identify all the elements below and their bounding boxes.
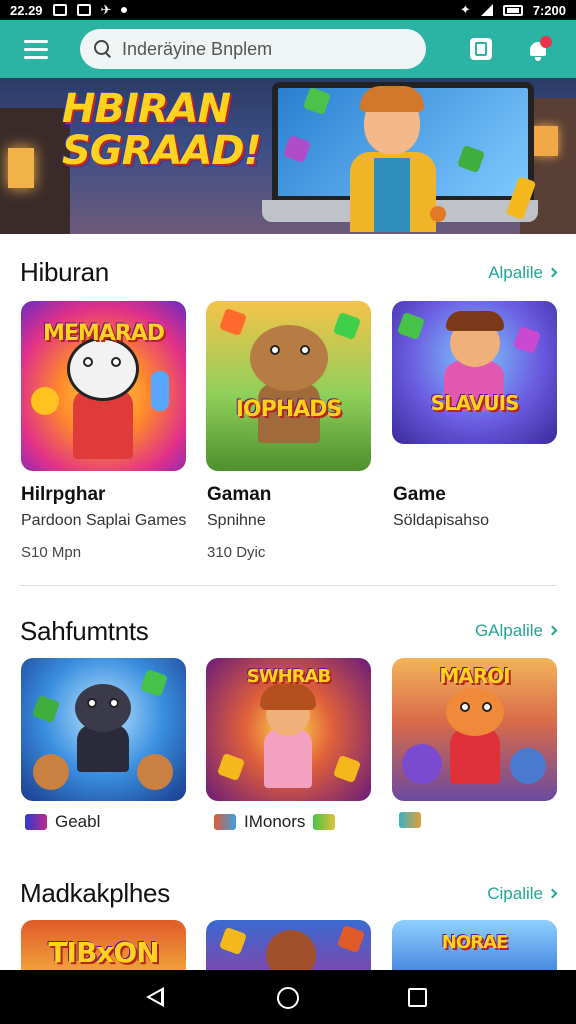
- game-card-subtitle: Spnihne: [207, 512, 266, 529]
- game-card-price: S10 Mpn: [21, 544, 82, 561]
- game-card-image[interactable]: SLAVUIS: [392, 301, 557, 444]
- system-nav-bar: [0, 970, 576, 1024]
- game-card-image[interactable]: IOPHADS: [206, 301, 371, 471]
- battery-icon: [502, 4, 523, 16]
- section-title: Sahfumtnts: [20, 616, 149, 646]
- see-all-label: Alpalile: [488, 263, 543, 282]
- game-card-image[interactable]: TIBxON: [21, 920, 186, 970]
- see-all-label: Cipalile: [487, 884, 543, 903]
- see-all-label: GAlpalile: [474, 621, 543, 640]
- game-art-title: TIBxON: [48, 936, 159, 969]
- game-art-title: IOPHADS: [235, 397, 343, 422]
- hero-building-left: [0, 108, 70, 234]
- wifi-icon: ✦: [459, 2, 471, 17]
- store-icon[interactable]: [470, 38, 492, 60]
- notification-badge: [540, 36, 552, 48]
- game-card-image[interactable]: SWHRAB: [206, 658, 371, 801]
- game-card-name[interactable]: Hilrpghar: [21, 484, 105, 506]
- game-art-title: SWHRAB: [246, 666, 331, 687]
- notification-app-icon: ✈: [100, 2, 112, 17]
- status-bar: 22.29 ✈ ✦ 7:200: [0, 0, 576, 20]
- tag-icon: [313, 814, 336, 830]
- game-art-title: MEMARAD: [42, 321, 165, 346]
- tag-icon: [214, 814, 236, 830]
- game-card-price: 310 Dyic: [207, 544, 266, 561]
- status-time-left: 22.29: [10, 2, 43, 18]
- hero-banner[interactable]: HBIRAN SGRAAD!: [0, 78, 576, 234]
- home-icon[interactable]: [277, 987, 299, 1009]
- back-icon[interactable]: [146, 987, 164, 1007]
- notification-bell-icon[interactable]: [528, 36, 552, 62]
- see-all-link[interactable]: Alpalile: [488, 263, 558, 283]
- chevron-right-icon: [547, 625, 558, 636]
- game-card-image[interactable]: NORAE: [392, 920, 557, 970]
- hero-title: HBIRAN SGRAAD!: [62, 88, 262, 172]
- menu-icon[interactable]: [10, 20, 62, 78]
- see-all-link[interactable]: GAlpalile: [474, 621, 558, 641]
- chevron-right-icon: [547, 888, 558, 899]
- game-card-tag[interactable]: IMonors: [214, 812, 336, 832]
- game-card-name[interactable]: Gaman: [207, 484, 271, 506]
- game-card-subtitle: Pardoon Saplai Games: [21, 512, 187, 529]
- game-card-image[interactable]: MAROI: [392, 658, 557, 801]
- hero-title-line2: SGRAAD!: [62, 128, 262, 174]
- status-time-right: 7:200: [532, 2, 566, 18]
- hero-title-line1: HBIRAN: [62, 86, 231, 132]
- tag-label: IMonors: [244, 812, 306, 831]
- game-art-title: MAROI: [439, 664, 510, 688]
- recents-icon[interactable]: [408, 988, 427, 1007]
- game-card-subtitle: Söldapisahso: [393, 512, 490, 529]
- game-card-image[interactable]: [206, 920, 371, 970]
- section-divider: [20, 585, 556, 586]
- notification-app-icon: [52, 4, 67, 16]
- signal-icon: [480, 4, 493, 16]
- chevron-right-icon: [547, 267, 558, 278]
- tag-icon: [25, 814, 47, 830]
- top-app-bar: [0, 20, 576, 78]
- section-title: Madkakplhes: [20, 878, 170, 908]
- game-card-image[interactable]: MEMARAD: [21, 301, 186, 471]
- tag-icon: [399, 812, 421, 828]
- game-art-title: SLAVUIS: [430, 391, 520, 415]
- game-card-tag[interactable]: Geabl: [25, 812, 100, 832]
- notification-dot-icon: [121, 7, 128, 13]
- tag-label: Geabl: [55, 812, 101, 831]
- search-input[interactable]: [122, 38, 402, 60]
- see-all-link[interactable]: Cipalile: [487, 884, 558, 904]
- section-title: Hiburan: [20, 257, 109, 287]
- search-bar[interactable]: [80, 29, 426, 69]
- game-art-title: NORAE: [441, 932, 508, 953]
- game-card-image[interactable]: [21, 658, 186, 801]
- notification-app-icon: [76, 4, 91, 16]
- game-card-name[interactable]: Game: [393, 484, 446, 506]
- game-card-tag[interactable]: [399, 812, 421, 828]
- search-icon: [94, 40, 112, 58]
